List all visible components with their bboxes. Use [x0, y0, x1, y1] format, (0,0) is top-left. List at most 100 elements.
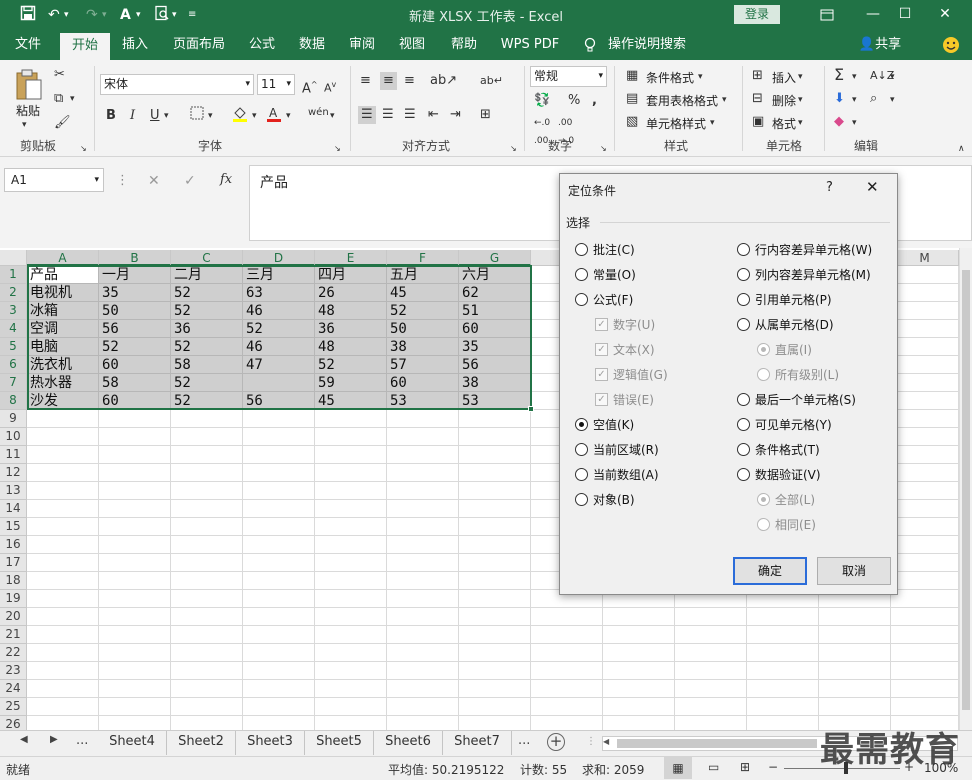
empty-cell[interactable] [27, 428, 99, 446]
cancel-button[interactable]: 取消 [817, 557, 891, 585]
empty-cell[interactable] [603, 626, 675, 644]
empty-cell[interactable] [243, 590, 315, 608]
empty-cell[interactable] [315, 428, 387, 446]
empty-cell[interactable] [459, 518, 531, 536]
italic-button[interactable]: I [130, 107, 135, 125]
name-box-dropdown-icon[interactable]: ▾ [94, 169, 99, 191]
table-cell[interactable]: 53 [387, 392, 459, 410]
empty-cell[interactable] [459, 410, 531, 428]
ribbon-display-icon[interactable] [804, 0, 850, 30]
empty-cell[interactable] [819, 608, 891, 626]
empty-cell[interactable] [99, 590, 171, 608]
empty-cell[interactable] [891, 536, 959, 554]
radio-button[interactable] [737, 418, 750, 431]
empty-cell[interactable] [171, 428, 243, 446]
row-header[interactable]: 11 [0, 446, 27, 464]
formula-bar-splitter-icon[interactable]: ⋮ [116, 172, 129, 190]
empty-cell[interactable] [387, 644, 459, 662]
insert-cells-button[interactable]: 插入 [772, 69, 796, 86]
row-header[interactable]: 7 [0, 374, 27, 392]
option-label[interactable]: 批注(C) [593, 242, 635, 258]
empty-cell[interactable] [171, 518, 243, 536]
column-header[interactable]: D [243, 250, 315, 266]
empty-cell[interactable] [243, 698, 315, 716]
empty-cell[interactable] [603, 680, 675, 698]
number-format-dropdown-icon[interactable]: ▾ [598, 67, 603, 86]
empty-cell[interactable] [27, 464, 99, 482]
empty-cell[interactable] [891, 590, 959, 608]
table-cell[interactable]: 26 [315, 284, 387, 302]
delete-dropdown-icon[interactable]: ▾ [798, 91, 803, 109]
empty-cell[interactable] [891, 266, 959, 284]
sheet-tab[interactable]: Sheet6 [374, 731, 443, 755]
empty-cell[interactable] [99, 662, 171, 680]
empty-cell[interactable] [819, 662, 891, 680]
empty-cell[interactable] [171, 644, 243, 662]
empty-cell[interactable] [243, 626, 315, 644]
empty-cell[interactable] [315, 608, 387, 626]
empty-cell[interactable] [243, 662, 315, 680]
insert-function-icon[interactable]: fx [220, 171, 232, 189]
empty-cell[interactable] [27, 554, 99, 572]
row-header[interactable]: 22 [0, 644, 27, 662]
empty-cell[interactable] [171, 572, 243, 590]
radio-button[interactable] [737, 393, 750, 406]
empty-cell[interactable] [99, 572, 171, 590]
empty-cell[interactable] [459, 698, 531, 716]
empty-cell[interactable] [891, 572, 959, 590]
empty-cell[interactable] [27, 518, 99, 536]
align-bottom-icon[interactable]: ≡ [404, 72, 415, 90]
table-cell[interactable]: 63 [243, 284, 315, 302]
empty-cell[interactable] [27, 698, 99, 716]
empty-cell[interactable] [99, 446, 171, 464]
empty-cell[interactable] [99, 518, 171, 536]
empty-cell[interactable] [27, 500, 99, 518]
empty-cell[interactable] [747, 680, 819, 698]
row-header[interactable]: 8 [0, 392, 27, 410]
tab-formulas[interactable]: 公式 [240, 30, 284, 60]
empty-cell[interactable] [459, 662, 531, 680]
empty-cell[interactable] [387, 662, 459, 680]
table-cell[interactable]: 空调 [27, 320, 99, 338]
table-cell[interactable]: 52 [171, 284, 243, 302]
option-label[interactable]: 最后一个单元格(S) [755, 392, 856, 408]
table-cell[interactable]: 47 [243, 356, 315, 374]
percent-icon[interactable]: % [568, 92, 580, 110]
radio-button[interactable] [575, 418, 588, 431]
empty-cell[interactable] [315, 500, 387, 518]
table-cell[interactable]: 56 [99, 320, 171, 338]
decrease-font-icon[interactable]: Av [324, 76, 336, 98]
scroll-right-icon[interactable]: ▶ [50, 734, 58, 745]
option-label[interactable]: 对象(B) [593, 492, 635, 508]
empty-cell[interactable] [891, 410, 959, 428]
column-header[interactable]: G [459, 250, 531, 266]
borders-icon[interactable] [190, 106, 204, 126]
radio-button[interactable] [575, 443, 588, 456]
empty-cell[interactable] [387, 518, 459, 536]
borders-dropdown-icon[interactable]: ▾ [208, 107, 213, 125]
option-label[interactable]: 常量(O) [593, 267, 636, 283]
paste-label[interactable]: 粘贴 [16, 102, 40, 119]
empty-cell[interactable] [387, 680, 459, 698]
row-header[interactable]: 4 [0, 320, 27, 338]
empty-cell[interactable] [675, 662, 747, 680]
row-header[interactable]: 19 [0, 590, 27, 608]
table-cell[interactable]: 45 [315, 392, 387, 410]
empty-cell[interactable] [459, 608, 531, 626]
table-cell[interactable]: 沙发 [27, 392, 99, 410]
empty-cell[interactable] [27, 572, 99, 590]
select-all-corner[interactable] [0, 250, 27, 266]
decrease-indent-icon[interactable]: ⇤ [428, 106, 439, 124]
empty-cell[interactable] [459, 428, 531, 446]
empty-cell[interactable] [99, 536, 171, 554]
empty-cell[interactable] [315, 644, 387, 662]
empty-cell[interactable] [675, 680, 747, 698]
empty-cell[interactable] [531, 680, 603, 698]
empty-cell[interactable] [315, 482, 387, 500]
cell-styles-button[interactable]: 单元格样式 [646, 115, 706, 132]
empty-cell[interactable] [387, 572, 459, 590]
empty-cell[interactable] [891, 428, 959, 446]
find-dropdown-icon[interactable]: ▾ [890, 91, 895, 109]
row-header[interactable]: 25 [0, 698, 27, 716]
table-cell[interactable]: 六月 [459, 266, 531, 284]
